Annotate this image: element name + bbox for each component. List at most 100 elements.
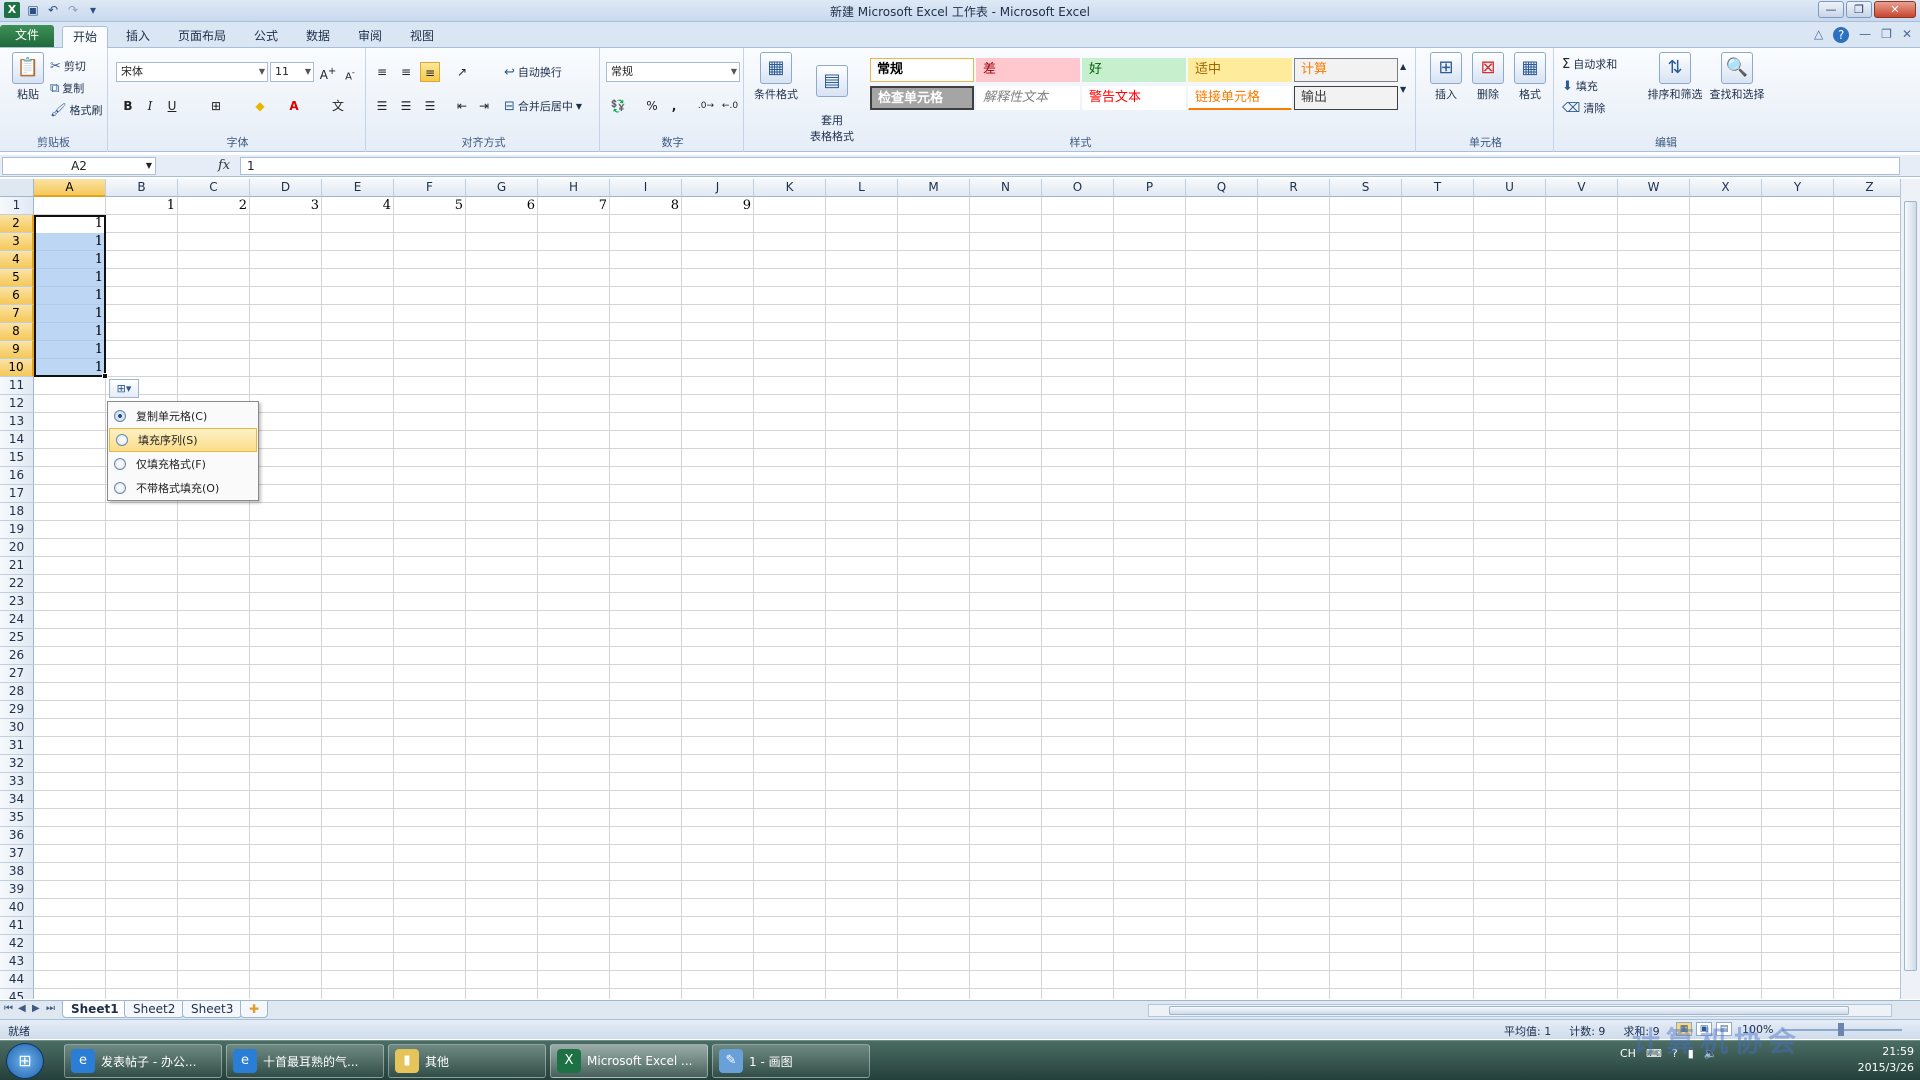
percent-button[interactable]: % bbox=[642, 96, 662, 116]
cell-style-3[interactable]: 适中 bbox=[1188, 58, 1292, 82]
zoom-slider-thumb[interactable] bbox=[1838, 1023, 1844, 1036]
phonetic-icon[interactable]: 文 bbox=[328, 96, 348, 116]
column-header-l[interactable]: L bbox=[826, 179, 898, 197]
tab-formulas[interactable]: 公式 bbox=[244, 26, 288, 48]
taskbar-item[interactable]: ✎ 1 - 画图 bbox=[712, 1044, 870, 1078]
tab-insert[interactable]: 插入 bbox=[116, 26, 160, 48]
name-box[interactable]: A2 ▼ bbox=[2, 157, 156, 175]
input-language[interactable]: CH bbox=[1620, 1047, 1636, 1060]
align-bottom-icon[interactable]: ≡ bbox=[420, 62, 440, 82]
row-header[interactable]: 12 bbox=[0, 395, 34, 413]
taskbar-item[interactable]: X Microsoft Excel ... bbox=[550, 1044, 708, 1078]
collapse-ribbon-icon[interactable]: △ bbox=[1814, 27, 1823, 43]
column-header-b[interactable]: B bbox=[106, 179, 178, 197]
chevron-up-icon[interactable]: ▲ bbox=[1400, 62, 1406, 71]
volume-icon[interactable]: 🔈 bbox=[1704, 1047, 1718, 1060]
row-header[interactable]: 33 bbox=[0, 773, 34, 791]
font-size-select[interactable]: 11 ▼ bbox=[270, 62, 314, 82]
fill-color-icon[interactable]: ◆ bbox=[250, 96, 270, 116]
row-header[interactable]: 14 bbox=[0, 431, 34, 449]
cell-style-7[interactable]: 警告文本 bbox=[1082, 86, 1186, 110]
increase-indent-icon[interactable]: ⇥ bbox=[474, 96, 494, 116]
auto-fill-option[interactable]: 填充序列(S) bbox=[109, 428, 257, 452]
column-header-y[interactable]: Y bbox=[1762, 179, 1834, 197]
increase-decimal-icon[interactable]: .0→ bbox=[696, 96, 716, 116]
row-header[interactable]: 39 bbox=[0, 881, 34, 899]
row-header[interactable]: 22 bbox=[0, 575, 34, 593]
row-header[interactable]: 28 bbox=[0, 683, 34, 701]
cell-style-2[interactable]: 好 bbox=[1082, 58, 1186, 82]
shrink-font-button[interactable]: A- bbox=[340, 62, 360, 82]
keyboard-icon[interactable]: ⌨ bbox=[1646, 1047, 1662, 1060]
sort-filter-button[interactable]: ⇅ 排序和筛选 bbox=[1644, 48, 1706, 102]
row-header[interactable]: 10 bbox=[0, 359, 34, 377]
row-header[interactable]: 17 bbox=[0, 485, 34, 503]
tab-file[interactable]: 文件 bbox=[0, 25, 54, 47]
column-header-x[interactable]: X bbox=[1690, 179, 1762, 197]
row-header[interactable]: 42 bbox=[0, 935, 34, 953]
row-header[interactable]: 13 bbox=[0, 413, 34, 431]
column-header-g[interactable]: G bbox=[466, 179, 538, 197]
sheet-tab-1[interactable]: Sheet1 bbox=[62, 1001, 128, 1018]
column-header-k[interactable]: K bbox=[754, 179, 826, 197]
font-name-select[interactable]: 宋体 ▼ bbox=[116, 62, 268, 82]
align-left-icon[interactable]: ☰ bbox=[372, 96, 392, 116]
merge-center-button[interactable]: ⊟ 合并后居中 ▼ bbox=[504, 98, 582, 114]
help-icon[interactable]: ? bbox=[1833, 27, 1850, 43]
comma-button[interactable]: , bbox=[664, 96, 684, 116]
row-header[interactable]: 8 bbox=[0, 323, 34, 341]
grow-font-button[interactable]: A+ bbox=[318, 62, 338, 82]
fill-button[interactable]: ⬇ 填充 bbox=[1562, 78, 1598, 94]
column-header-e[interactable]: E bbox=[322, 179, 394, 197]
gallery-scroll[interactable]: ▲ ▼ bbox=[1400, 62, 1406, 94]
chevron-down-icon[interactable]: ▼ bbox=[1400, 85, 1406, 94]
align-right-icon[interactable]: ☰ bbox=[420, 96, 440, 116]
column-header-o[interactable]: O bbox=[1042, 179, 1114, 197]
maximize-button[interactable]: ❐ bbox=[1846, 1, 1872, 18]
row-header[interactable]: 35 bbox=[0, 809, 34, 827]
restore-workbook-icon[interactable]: ❐ bbox=[1881, 27, 1892, 43]
cell-style-6[interactable]: 解释性文本 bbox=[976, 86, 1080, 110]
row-header[interactable]: 19 bbox=[0, 521, 34, 539]
vertical-scrollbar[interactable] bbox=[1900, 179, 1920, 999]
row-header[interactable]: 9 bbox=[0, 341, 34, 359]
sheet-tab-2[interactable]: Sheet2 bbox=[124, 1001, 185, 1018]
normal-view-icon[interactable]: ▦ bbox=[1676, 1022, 1692, 1036]
format-cells-button[interactable]: ▦ 格式 bbox=[1504, 48, 1556, 102]
column-header-z[interactable]: Z bbox=[1834, 179, 1900, 197]
taskbar-item[interactable]: e 十首最耳熟的气... bbox=[226, 1044, 384, 1078]
decrease-decimal-icon[interactable]: ←.0 bbox=[720, 96, 740, 116]
format-painter-button[interactable]: 🖌 格式刷 bbox=[50, 102, 103, 118]
column-header-m[interactable]: M bbox=[898, 179, 970, 197]
cell-style-0[interactable]: 常规 bbox=[870, 58, 974, 82]
first-sheet-icon[interactable]: ⏮ bbox=[4, 1003, 13, 1014]
conditional-format-button[interactable]: ▦ 条件格式 bbox=[750, 48, 802, 102]
close-workbook-icon[interactable]: ✕ bbox=[1902, 27, 1912, 43]
select-all-corner[interactable] bbox=[0, 179, 34, 197]
row-header[interactable]: 34 bbox=[0, 791, 34, 809]
insert-function-icon[interactable]: fx bbox=[218, 158, 230, 173]
number-format-select[interactable]: 常规 ▼ bbox=[606, 62, 740, 82]
borders-icon[interactable]: ⊞ bbox=[206, 96, 226, 116]
column-header-i[interactable]: I bbox=[610, 179, 682, 197]
column-header-f[interactable]: F bbox=[394, 179, 466, 197]
font-color-icon[interactable]: A bbox=[284, 96, 304, 116]
row-header[interactable]: 3 bbox=[0, 233, 34, 251]
align-center-icon[interactable]: ☰ bbox=[396, 96, 416, 116]
cut-button[interactable]: ✂ 剪切 bbox=[50, 58, 86, 74]
row-header[interactable]: 30 bbox=[0, 719, 34, 737]
row-header[interactable]: 44 bbox=[0, 971, 34, 989]
row-header[interactable]: 36 bbox=[0, 827, 34, 845]
column-header-c[interactable]: C bbox=[178, 179, 250, 197]
row-header[interactable]: 18 bbox=[0, 503, 34, 521]
row-header[interactable]: 37 bbox=[0, 845, 34, 863]
vertical-scroll-thumb[interactable] bbox=[1904, 201, 1917, 971]
find-select-button[interactable]: 🔍 查找和选择 bbox=[1706, 48, 1768, 102]
prev-sheet-icon[interactable]: ◀ bbox=[18, 1003, 26, 1014]
row-header[interactable]: 26 bbox=[0, 647, 34, 665]
wrap-text-button[interactable]: ↩ 自动换行 bbox=[504, 64, 562, 80]
row-header[interactable]: 6 bbox=[0, 287, 34, 305]
column-header-n[interactable]: N bbox=[970, 179, 1042, 197]
align-top-icon[interactable]: ≡ bbox=[372, 62, 392, 82]
column-header-t[interactable]: T bbox=[1402, 179, 1474, 197]
